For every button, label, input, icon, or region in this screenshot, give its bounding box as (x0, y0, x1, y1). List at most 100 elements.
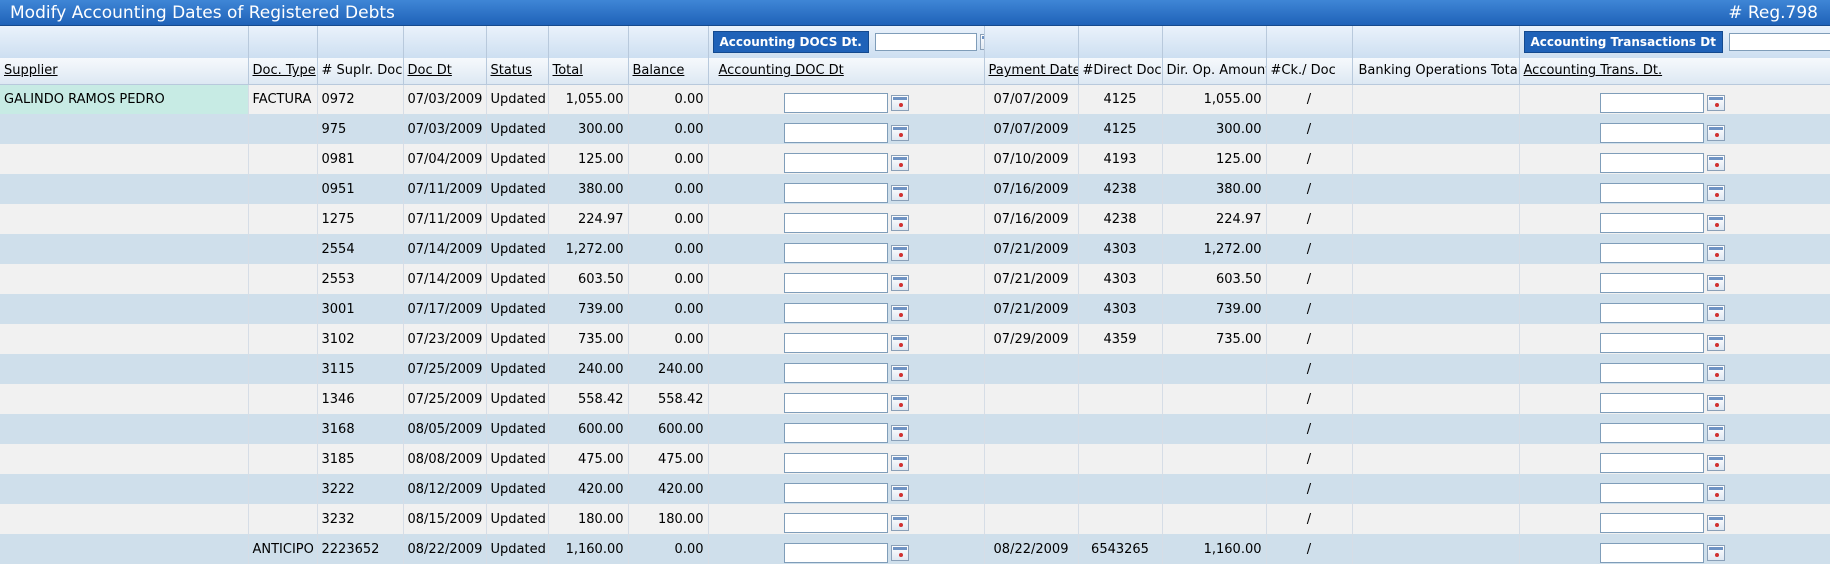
calendar-icon[interactable] (890, 154, 909, 171)
calendar-icon[interactable] (890, 484, 909, 501)
accounting-doc-date-input[interactable] (783, 332, 888, 353)
accounting-trans-date-input[interactable] (1599, 332, 1704, 353)
calendar-icon[interactable] (1706, 274, 1725, 291)
cell-status: Updated (486, 174, 549, 204)
accounting-doc-date-input[interactable] (783, 152, 888, 173)
cell-suplr-doc: 3115 (317, 354, 404, 384)
calendar-icon[interactable] (890, 394, 909, 411)
accounting-trans-date-input[interactable] (1599, 362, 1704, 383)
calendar-icon[interactable] (1706, 94, 1725, 111)
calendar-icon[interactable] (1706, 214, 1725, 231)
calendar-icon[interactable] (1706, 544, 1725, 561)
calendar-icon[interactable] (890, 304, 909, 321)
accounting-doc-date-input[interactable] (783, 242, 888, 263)
calendar-icon[interactable] (890, 424, 909, 441)
calendar-icon[interactable] (890, 214, 909, 231)
cell-ck-doc: / (1266, 264, 1353, 294)
calendar-icon[interactable] (1706, 454, 1725, 471)
accounting-trans-date-input[interactable] (1599, 122, 1704, 143)
cell-accounting-trans-dt (1519, 474, 1830, 504)
accounting-doc-date-input[interactable] (783, 482, 888, 503)
calendar-icon[interactable] (1706, 124, 1725, 141)
accounting-trans-date-input[interactable] (1599, 212, 1704, 233)
accounting-trans-date-input[interactable] (1599, 512, 1704, 533)
accounting-docs-date-input[interactable] (874, 33, 977, 51)
calendar-icon[interactable] (1706, 184, 1725, 201)
header-status[interactable]: Status (491, 63, 532, 78)
calendar-icon[interactable] (890, 94, 909, 111)
accounting-trans-date-input[interactable] (1599, 452, 1704, 473)
cell-accounting-trans-dt (1519, 504, 1830, 534)
calendar-icon[interactable] (1706, 484, 1725, 501)
cell-doc-dt: 07/14/2009 (403, 264, 487, 294)
cell-direct-doc: 4193 (1078, 144, 1163, 174)
calendar-icon[interactable] (1706, 364, 1725, 381)
header-balance[interactable]: Balance (633, 63, 685, 78)
accounting-doc-date-input[interactable] (783, 542, 888, 563)
cell-accounting-trans-dt (1519, 384, 1830, 414)
accounting-doc-date-input[interactable] (783, 92, 888, 113)
accounting-doc-date-input[interactable] (783, 512, 888, 533)
calendar-icon[interactable] (1706, 334, 1725, 351)
accounting-trans-date-input[interactable] (1599, 272, 1704, 293)
calendar-icon[interactable] (1706, 394, 1725, 411)
calendar-icon[interactable] (890, 454, 909, 471)
cell-dir-op-amount (1162, 444, 1267, 474)
accounting-doc-date-input[interactable] (783, 302, 888, 323)
cell-dir-op-amount: 300.00 (1162, 114, 1267, 144)
cell-doc-type (248, 414, 318, 444)
calendar-icon[interactable] (890, 184, 909, 201)
cell-status: Updated (486, 414, 549, 444)
accounting-trans-date-input[interactable] (1599, 392, 1704, 413)
cell-direct-doc (1078, 444, 1163, 474)
header-total[interactable]: Total (553, 63, 583, 78)
cell-direct-doc (1078, 474, 1163, 504)
accounting-doc-date-input[interactable] (783, 422, 888, 443)
cell-ck-doc: / (1266, 444, 1353, 474)
cell-total: 1,160.00 (548, 534, 629, 564)
accounting-trans-date-input[interactable] (1599, 242, 1704, 263)
header-doc-type[interactable]: Doc. Type (253, 63, 316, 78)
accounting-doc-date-input[interactable] (783, 122, 888, 143)
cell-direct-doc (1078, 414, 1163, 444)
accounting-trans-date-input[interactable] (1599, 152, 1704, 173)
header-supplier[interactable]: Supplier (4, 63, 58, 78)
cell-status: Updated (486, 264, 549, 294)
calendar-icon[interactable] (890, 244, 909, 261)
header-accounting-trans-dt[interactable]: Accounting Trans. Dt. (1524, 63, 1663, 78)
calendar-icon[interactable] (1706, 154, 1725, 171)
calendar-icon[interactable] (1706, 244, 1725, 261)
header-accounting-doc-dt[interactable]: Accounting DOC Dt (719, 63, 844, 78)
accounting-trans-date-input[interactable] (1599, 422, 1704, 443)
calendar-icon[interactable] (890, 364, 909, 381)
header-doc-dt[interactable]: Doc Dt (408, 63, 452, 78)
cell-balance: 0.00 (628, 324, 709, 354)
calendar-icon[interactable] (1706, 514, 1725, 531)
calendar-icon[interactable] (1706, 304, 1725, 321)
accounting-trans-date-input[interactable] (1599, 182, 1704, 203)
accounting-doc-date-input[interactable] (783, 272, 888, 293)
calendar-icon[interactable] (979, 34, 983, 50)
calendar-icon[interactable] (890, 124, 909, 141)
accounting-doc-date-input[interactable] (783, 452, 888, 473)
accounting-doc-date-input[interactable] (783, 212, 888, 233)
calendar-icon[interactable] (890, 514, 909, 531)
calendar-icon[interactable] (1706, 424, 1725, 441)
accounting-trans-date-input[interactable] (1599, 542, 1704, 563)
cell-ck-doc: / (1266, 174, 1353, 204)
cell-doc-type: ANTICIPO (248, 534, 318, 564)
calendar-icon[interactable] (890, 334, 909, 351)
accounting-doc-date-input[interactable] (783, 182, 888, 203)
accounting-transactions-date-input[interactable] (1728, 33, 1829, 51)
accounting-trans-date-input[interactable] (1599, 92, 1704, 113)
calendar-icon[interactable] (890, 274, 909, 291)
cell-direct-doc: 4125 (1078, 84, 1163, 114)
accounting-doc-date-input[interactable] (783, 362, 888, 383)
accounting-doc-date-input[interactable] (783, 392, 888, 413)
cell-ck-doc: / (1266, 114, 1353, 144)
header-payment-date[interactable]: Payment Date (989, 63, 1078, 78)
accounting-trans-date-input[interactable] (1599, 302, 1704, 323)
calendar-icon[interactable] (890, 544, 909, 561)
accounting-trans-date-input[interactable] (1599, 482, 1704, 503)
cell-direct-doc: 4303 (1078, 294, 1163, 324)
